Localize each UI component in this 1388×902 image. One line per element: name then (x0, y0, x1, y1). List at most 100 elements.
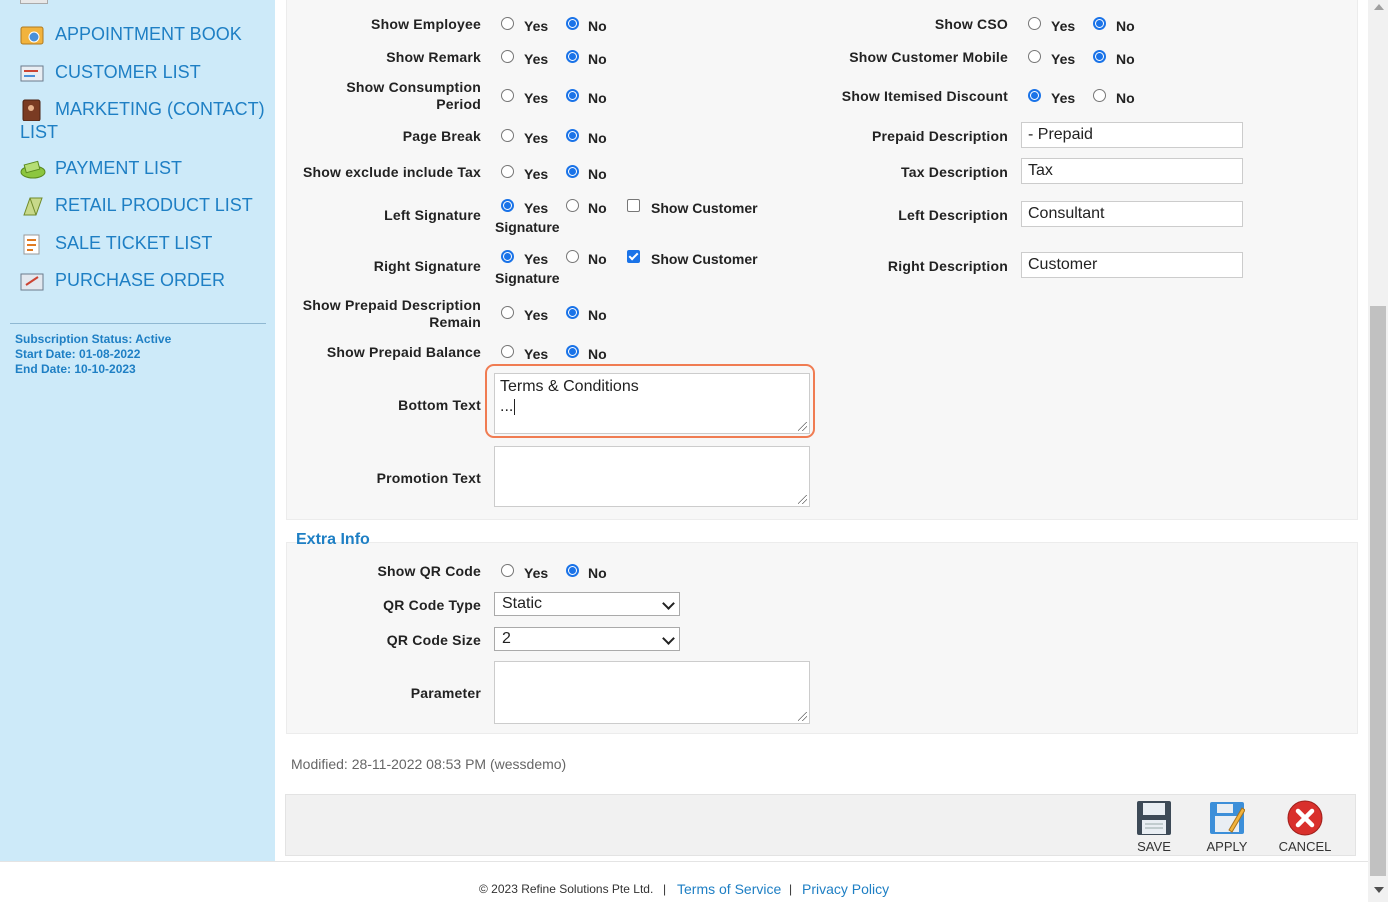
footer-copyright: © 2023 Refine Solutions Pte Ltd. (479, 882, 654, 896)
label-show-prepaid-description-remain: Show Prepaid Description Remain (302, 297, 481, 330)
radio-show-employee-no[interactable] (566, 17, 579, 30)
scrollbar-thumb[interactable] (1370, 306, 1386, 876)
parameter-textarea[interactable] (494, 661, 810, 724)
label-parameter: Parameter (410, 685, 481, 701)
chevron-down-icon (662, 597, 675, 610)
radio-label-no: No (588, 565, 607, 581)
radio-label-yes: Yes (524, 18, 549, 34)
tax-description-input[interactable]: Tax (1021, 158, 1243, 184)
radio-prepaid-balance-yes[interactable] (501, 345, 514, 358)
radio-prepaid-balance-no[interactable] (566, 345, 579, 358)
nav-sale-ticket-list[interactable]: SALE TICKET LIST (20, 232, 270, 255)
cancel-button[interactable]: CANCEL (1275, 800, 1335, 854)
radio-show-qr-no[interactable] (566, 564, 579, 577)
radio-show-tax-yes[interactable] (501, 165, 514, 178)
radio-label-no: No (1116, 18, 1135, 34)
resize-grip-icon[interactable] (798, 422, 807, 431)
radio-left-signature-no[interactable] (566, 199, 579, 212)
left-description-input[interactable]: Consultant (1021, 201, 1243, 227)
radio-label-yes: Yes (1051, 51, 1076, 67)
radio-show-remark-yes[interactable] (501, 50, 514, 63)
radio-customer-mobile-yes[interactable] (1028, 50, 1041, 63)
radio-label-yes: Yes (524, 130, 549, 146)
customer-list-icon (20, 62, 46, 84)
radio-label-yes: Yes (524, 346, 549, 362)
radio-label-no: No (1116, 51, 1135, 67)
radio-label-no: No (588, 166, 607, 182)
radio-show-qr-yes[interactable] (501, 564, 514, 577)
save-icon (1136, 800, 1172, 836)
radio-label-no: No (588, 346, 607, 362)
qr-code-type-select[interactable]: Static (494, 592, 680, 616)
label-tax-description: Tax Description (901, 164, 1008, 180)
radio-itemised-discount-yes[interactable] (1028, 89, 1041, 102)
label-left-description: Left Description (898, 207, 1008, 223)
radio-show-consumption-no[interactable] (566, 89, 579, 102)
privacy-policy-link[interactable]: Privacy Policy (802, 881, 889, 897)
radio-show-consumption-yes[interactable] (501, 89, 514, 102)
label-show-cso: Show CSO (934, 16, 1008, 32)
nav-appointment-book[interactable]: APPOINTMENT BOOK (20, 23, 270, 46)
subscription-divider (10, 323, 266, 324)
scroll-down-arrow-icon[interactable] (1374, 887, 1384, 893)
save-button[interactable]: SAVE (1124, 800, 1184, 854)
footer-separator: | (663, 882, 667, 896)
radio-customer-mobile-no[interactable] (1093, 50, 1106, 63)
radio-label-no: No (1116, 90, 1135, 106)
extra-info-title: Extra Info (296, 531, 370, 548)
label-bottom-text: Bottom Text (398, 397, 481, 413)
label-left-signature: Left Signature (384, 207, 481, 223)
prepaid-description-input[interactable]: - Prepaid (1021, 122, 1243, 148)
nav-purchase-order[interactable]: PURCHASE ORDER (20, 269, 270, 292)
nav-marketing-contact-list[interactable]: MARKETING (CONTACT) LIST (20, 98, 270, 144)
radio-prepaid-desc-no[interactable] (566, 306, 579, 319)
radio-show-employee-yes[interactable] (501, 17, 514, 30)
nav-customer-list[interactable]: CUSTOMER LIST (20, 61, 270, 84)
radio-show-tax-no[interactable] (566, 165, 579, 178)
radio-label-yes: Yes (1051, 90, 1076, 106)
cancel-icon (1287, 800, 1323, 836)
nav-payment-list[interactable]: PAYMENT LIST (20, 157, 270, 180)
radio-page-break-yes[interactable] (501, 129, 514, 142)
radio-label-no: No (588, 251, 607, 267)
label-prepaid-description: Prepaid Description (871, 128, 1008, 144)
radio-itemised-discount-no[interactable] (1093, 89, 1106, 102)
radio-right-signature-yes[interactable] (501, 250, 514, 263)
radio-label-yes: Yes (524, 90, 549, 106)
label-show-prepaid-balance: Show Prepaid Balance (326, 344, 481, 360)
radio-label-yes: Yes (524, 166, 549, 182)
apply-button[interactable]: APPLY (1197, 800, 1257, 854)
action-bar (285, 794, 1356, 856)
checkbox-right-show-customer-signature[interactable] (627, 250, 640, 263)
chevron-down-icon (662, 632, 675, 645)
label-show-customer-mobile: Show Customer Mobile (849, 49, 1008, 65)
label-show-exclude-include-tax: Show exclude include Tax (302, 164, 481, 180)
bottom-text-textarea[interactable]: Terms & Conditions ... (494, 373, 810, 434)
radio-prepaid-desc-yes[interactable] (501, 306, 514, 319)
retail-product-icon (20, 195, 46, 217)
radio-left-signature-yes[interactable] (501, 199, 514, 212)
nav-retail-product-list[interactable]: RETAIL PRODUCT LIST (20, 194, 270, 217)
scroll-up-arrow-icon[interactable] (1374, 4, 1384, 10)
checkbox-left-show-customer-signature[interactable] (627, 199, 640, 212)
label-qr-code-type: QR Code Type (383, 597, 481, 613)
resize-grip-icon[interactable] (798, 495, 807, 504)
purchase-order-icon (20, 270, 46, 292)
radio-show-remark-no[interactable] (566, 50, 579, 63)
nav-item-partial[interactable] (55, 0, 255, 2)
sidebar: APPOINTMENT BOOK CUSTOMER LIST MARKETING… (0, 0, 275, 861)
radio-show-cso-no[interactable] (1093, 17, 1106, 30)
label-qr-code-size: QR Code Size (386, 632, 481, 648)
radio-page-break-no[interactable] (566, 129, 579, 142)
qr-code-size-select[interactable]: 2 (494, 627, 680, 651)
resize-grip-icon[interactable] (798, 712, 807, 721)
terms-of-service-link[interactable]: Terms of Service (677, 881, 781, 897)
radio-label-no: No (588, 90, 607, 106)
radio-show-cso-yes[interactable] (1028, 17, 1041, 30)
subscription-status: Subscription Status: Active (15, 332, 172, 346)
right-description-input[interactable]: Customer (1021, 252, 1243, 278)
radio-right-signature-no[interactable] (566, 250, 579, 263)
promotion-text-textarea[interactable] (494, 446, 810, 507)
checkbox-label-show-customer: Show Customer (651, 251, 758, 267)
label-show-qr-code: Show QR Code (377, 563, 481, 579)
